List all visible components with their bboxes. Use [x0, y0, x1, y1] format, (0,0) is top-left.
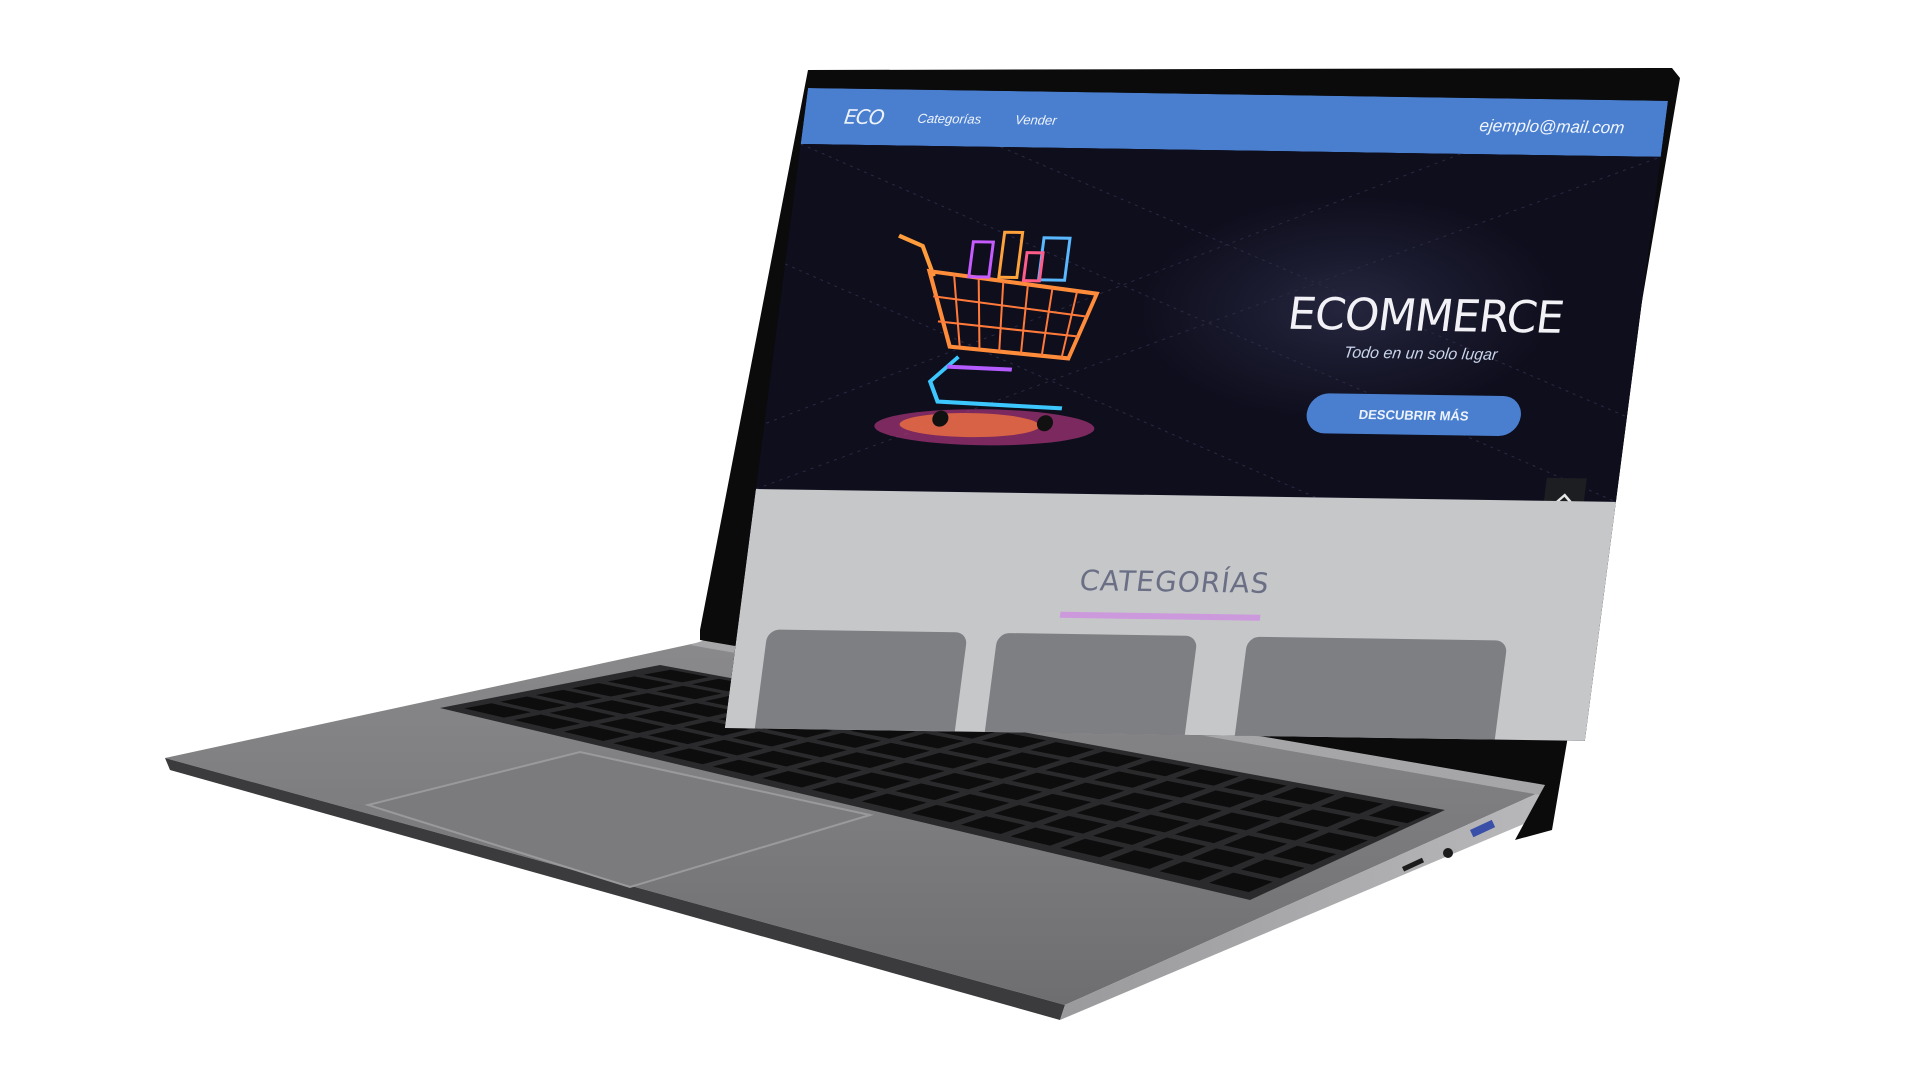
shopping-cart-icon: [874, 230, 1100, 446]
keyboard-key: [944, 794, 1010, 812]
keyboard-key: [1271, 787, 1336, 805]
keyboard-key: [1060, 782, 1125, 800]
keyboard-key: [1043, 815, 1108, 834]
keyboard-key: [1142, 837, 1207, 857]
keyboard-key: [1272, 845, 1337, 865]
keyboard-key: [962, 762, 1028, 779]
keyboard-key: [1109, 792, 1174, 810]
keyboard-key: [1175, 769, 1239, 786]
category-card[interactable]: [1232, 636, 1508, 741]
keyboard-key: [1239, 799, 1303, 818]
keyboard-key: [1190, 790, 1255, 808]
keyboard-key: [1060, 838, 1125, 858]
keyboard-key: [1126, 760, 1191, 777]
keyboard-key: [1027, 793, 1092, 811]
keyboard-key: [1011, 772, 1076, 790]
keyboard-key: [1320, 796, 1384, 814]
keyboard-key: [1207, 812, 1271, 831]
keyboard-key: [879, 762, 945, 779]
keyboard-key: [899, 733, 964, 749]
categories-title: CATEGORÍAS: [1077, 564, 1272, 600]
keyboard-key: [816, 732, 882, 748]
keyboard-key: [1109, 850, 1175, 869]
categories-section: CATEGORÍAS: [724, 489, 1616, 741]
keyboard-key: [861, 793, 927, 811]
keyboard-key: [911, 804, 977, 823]
keyboard-key: [1078, 751, 1143, 767]
keyboard-key: [913, 752, 979, 769]
categories-underline: [1059, 611, 1261, 621]
keyboard-key: [1304, 832, 1368, 851]
keyboard-key: [1093, 771, 1158, 788]
keyboard-key: [1255, 822, 1320, 841]
keyboard-key: [1191, 848, 1256, 868]
keyboard-key: [1076, 804, 1141, 822]
keyboard-key: [996, 752, 1061, 769]
keyboard-key: [1045, 761, 1110, 778]
keyboard-key: [1125, 814, 1190, 833]
keyboard-key: [1368, 805, 1432, 824]
keyboard-key: [1158, 802, 1222, 820]
keyboard-key: [1223, 778, 1287, 796]
laptop-mockup: ECO Categorías Vender ejemplo@mail.com E…: [0, 0, 1920, 1080]
keyboard-key: [1288, 809, 1352, 828]
hero-banner: ECOMMERCE Todo en un solo lugar DESCUBRI…: [755, 144, 1661, 519]
keyboard-key: [864, 742, 930, 759]
category-card[interactable]: [982, 632, 1198, 741]
logo[interactable]: ECO: [843, 105, 885, 130]
user-email[interactable]: ejemplo@mail.com: [1478, 116, 1625, 138]
keyboard-key: [1241, 859, 1305, 879]
keyboard-key: [1223, 835, 1288, 854]
keyboard-key: [1092, 826, 1158, 845]
category-card[interactable]: [752, 629, 968, 741]
keyboard-key: [1010, 827, 1076, 846]
keyboard-key: [978, 783, 1043, 801]
keyboard-key: [947, 742, 1013, 759]
keyboard-key: [1142, 780, 1207, 798]
nav-link-categorias[interactable]: Categorías: [917, 110, 983, 126]
keyboard-key: [895, 783, 961, 801]
keyboard-key: [1209, 872, 1273, 893]
keyboard-key: [1159, 861, 1224, 881]
keyboard-key: [994, 805, 1059, 823]
nav-link-vender[interactable]: Vender: [1014, 112, 1057, 128]
keyboard-key: [1336, 818, 1400, 838]
keyboard-key: [1030, 742, 1095, 758]
keyboard-key: [981, 733, 1047, 749]
laptop-screen: ECO Categorías Vender ejemplo@mail.com E…: [724, 88, 1668, 741]
keyboard-key: [1174, 825, 1239, 844]
keyboard-key: [928, 773, 994, 790]
keyboard-key: [960, 816, 1026, 835]
hero-title: ECOMMERCE: [1284, 288, 1567, 344]
discover-more-button[interactable]: DESCUBRIR MÁS: [1304, 393, 1524, 437]
